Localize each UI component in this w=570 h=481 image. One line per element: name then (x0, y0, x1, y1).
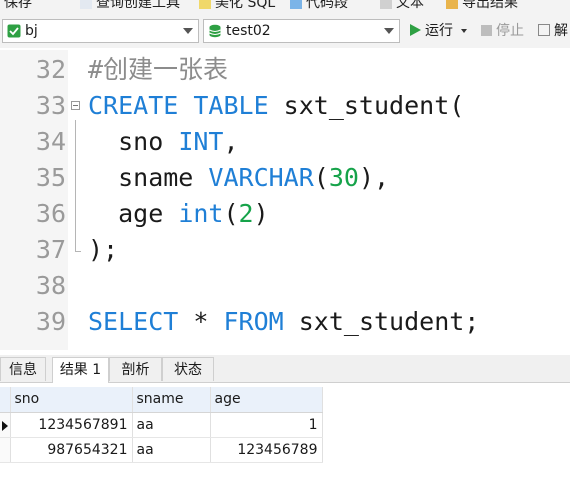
line-number: 38 (35, 271, 66, 300)
column-header-age[interactable]: age (210, 387, 323, 413)
tab-status[interactable]: 状态 (162, 357, 214, 381)
code-token: 2 (238, 199, 254, 228)
cell-age[interactable]: 1 (210, 412, 323, 438)
text-button[interactable]: 文本 (380, 0, 424, 12)
query-builder-icon (80, 0, 92, 9)
line-number: 32 (35, 55, 66, 84)
chevron-down-icon (384, 28, 394, 34)
code-token: ( (223, 199, 239, 228)
line-number: 37 (35, 235, 66, 264)
explain-icon (538, 24, 550, 36)
line-number: 34 (35, 127, 66, 156)
text-icon (380, 0, 392, 9)
play-icon (410, 24, 421, 36)
code-line[interactable]: 34 sno INT, (0, 124, 570, 160)
code-token: 30 (328, 163, 359, 192)
code-line[interactable]: 33 CREATE TABLE sxt_student( (0, 88, 570, 124)
code-snippet-button[interactable]: 代码段 (290, 0, 348, 12)
code-line[interactable]: 35 sname VARCHAR(30), (0, 160, 570, 196)
code-line[interactable]: 39 SELECT * FROM sxt_student; (0, 304, 570, 340)
code-text: SELECT * FROM sxt_student; (88, 304, 479, 340)
row-indicator (0, 437, 11, 463)
tab-profile[interactable]: 剖析 (109, 357, 162, 381)
code-text: age int(2) (88, 196, 269, 232)
beautify-icon (199, 0, 211, 9)
code-token: VARCHAR (208, 163, 314, 192)
code-token: sno (88, 127, 179, 156)
code-token: * (178, 307, 224, 336)
code-token: CREATE TABLE (88, 91, 269, 120)
beautify-sql-button[interactable]: 美化 SQL (199, 0, 275, 12)
result-grid[interactable]: sno sname age 1234567891 aa 1 987654321 … (0, 387, 323, 463)
connection-select[interactable]: bj (2, 19, 199, 43)
code-text: ); (88, 232, 118, 268)
header-row: sno sname age (0, 387, 323, 413)
code-text: sname VARCHAR(30), (88, 160, 389, 196)
main-toolbar: 保存 查询创建工具 美化 SQL 代码段 文本 导出结果 (0, 0, 570, 17)
code-token: age (88, 199, 179, 228)
line-number: 36 (35, 199, 66, 228)
code-text: #创建一张表 (88, 52, 228, 88)
editor-toolbar: bj test02 运行 停止 解 (0, 16, 570, 48)
explain-button[interactable]: 解 (538, 20, 568, 42)
export-icon (446, 0, 458, 9)
stop-icon (481, 25, 492, 36)
code-token: ); (88, 235, 119, 264)
database-select[interactable]: test02 (203, 19, 400, 43)
code-text: sno INT, (88, 124, 239, 160)
export-result-button[interactable]: 导出结果 (446, 0, 518, 12)
save-button[interactable]: 保存 (4, 0, 32, 12)
cell-age[interactable]: 123456789 (210, 437, 323, 463)
line-number: 35 (35, 163, 66, 192)
table-row[interactable]: 1234567891 aa 1 (0, 412, 323, 438)
cell-sno[interactable]: 987654321 (10, 437, 133, 463)
row-indicator (0, 412, 11, 438)
code-token: sxt_student( (268, 91, 465, 120)
connection-value: bj (25, 23, 38, 39)
chevron-down-icon (183, 28, 193, 34)
table-row[interactable]: 987654321 aa 123456789 (0, 437, 323, 463)
code-token: ( (313, 163, 329, 192)
tab-info[interactable]: 信息 (0, 357, 46, 381)
code-token: INT (178, 127, 224, 156)
result-tab-bar: 信息 结果 1 剖析 状态 (0, 355, 570, 383)
snippet-icon (290, 0, 302, 9)
current-row-pointer-icon (2, 420, 8, 431)
code-token: sname (88, 163, 209, 192)
code-token: #创建一张表 (88, 55, 229, 84)
code-line[interactable]: 32 #创建一张表 (0, 52, 570, 88)
code-token: SELECT (88, 307, 179, 336)
column-header-sname[interactable]: sname (132, 387, 211, 413)
code-text: CREATE TABLE sxt_student( (88, 88, 464, 124)
tab-result-1[interactable]: 结果 1 (52, 357, 109, 383)
cell-sno[interactable]: 1234567891 (10, 412, 133, 438)
column-header-sno[interactable]: sno (10, 387, 133, 413)
line-number: 33 (35, 91, 66, 120)
code-token: , (223, 127, 239, 156)
query-builder-button[interactable]: 查询创建工具 (80, 0, 180, 12)
code-line[interactable]: 37); (0, 232, 570, 268)
row-indicator-header (0, 387, 11, 413)
stop-button[interactable]: 停止 (481, 20, 524, 42)
run-button[interactable]: 运行 (410, 20, 468, 42)
code-line[interactable]: 38 (0, 268, 570, 304)
code-token: ), (358, 163, 390, 192)
run-dropdown-icon[interactable] (461, 29, 468, 33)
sql-editor[interactable]: 32 #创建一张表 33 CREATE TABLE sxt_student(34 sn… (0, 50, 570, 350)
code-token: ) (253, 199, 269, 228)
database-value: test02 (226, 23, 271, 39)
cell-sname[interactable]: aa (132, 437, 211, 463)
database-icon (208, 24, 222, 38)
code-token: int (178, 199, 224, 228)
fold-toggle-icon[interactable] (71, 101, 80, 110)
code-token: FROM (223, 307, 284, 336)
connection-icon (7, 24, 21, 38)
cell-sname[interactable]: aa (132, 412, 211, 438)
code-token: sxt_student; (283, 307, 480, 336)
line-number: 39 (35, 307, 66, 336)
code-line[interactable]: 36 age int(2) (0, 196, 570, 232)
